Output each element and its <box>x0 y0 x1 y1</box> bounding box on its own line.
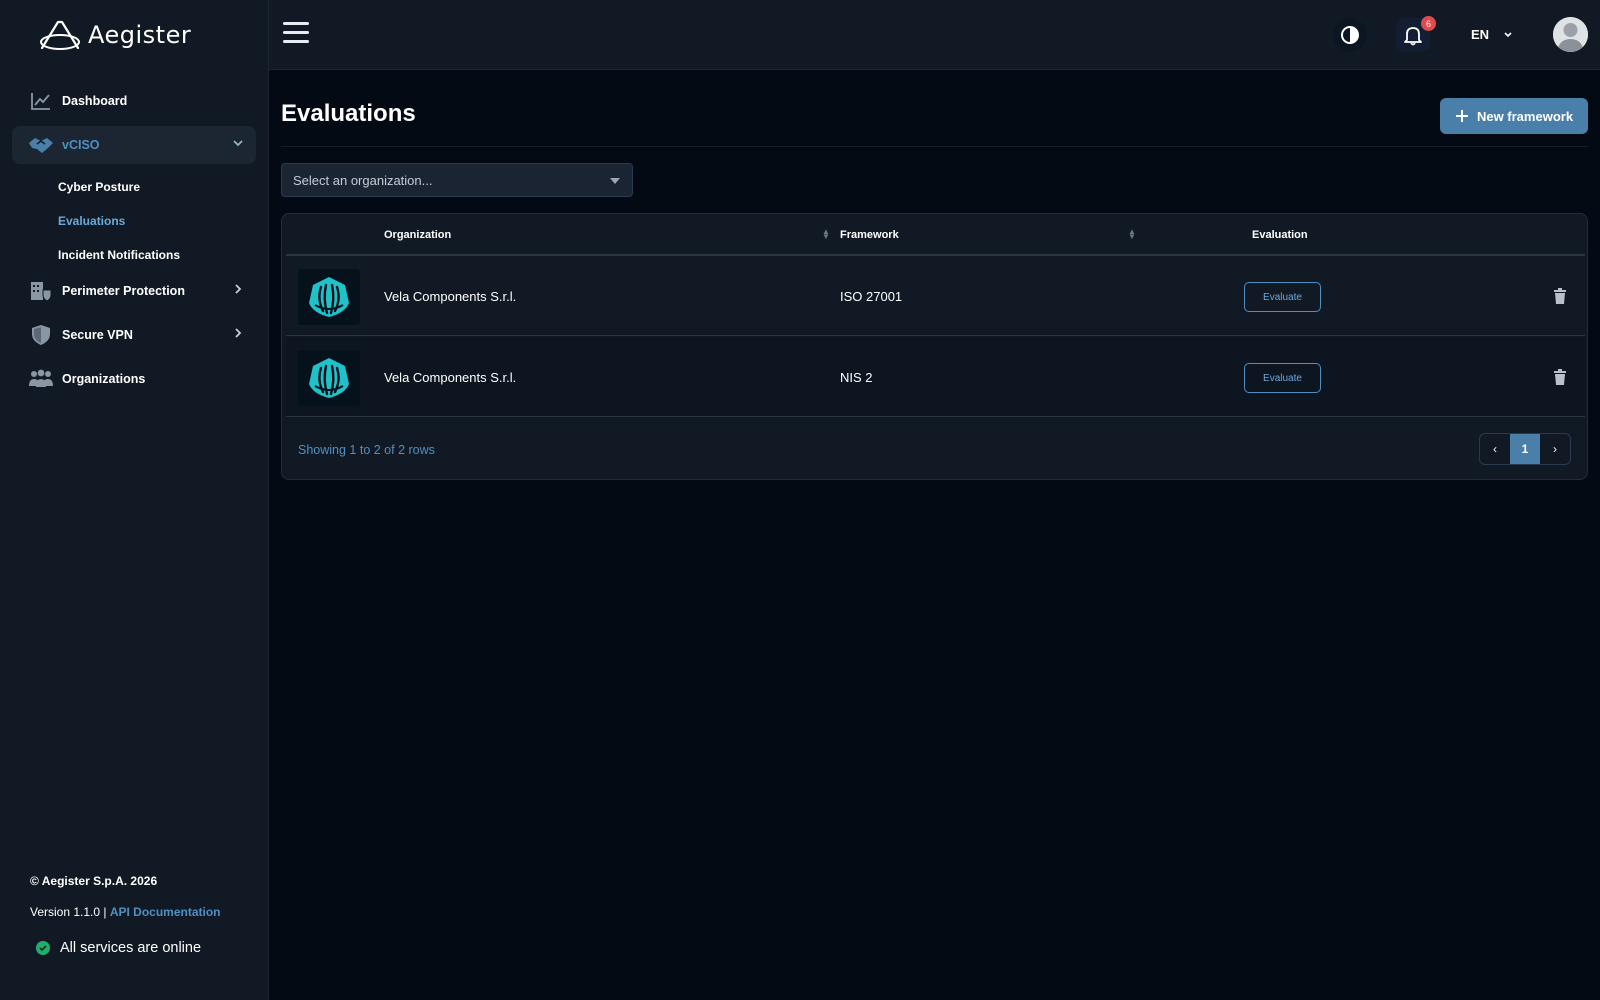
sidebar-item-organizations[interactable]: Organizations <box>12 360 256 398</box>
chevron-down-icon <box>232 137 244 152</box>
shield-icon <box>28 323 54 347</box>
language-label: EN <box>1471 27 1490 42</box>
sidebar-subitem-cyber-posture[interactable]: Cyber Posture <box>58 180 140 194</box>
notification-count-badge: 6 <box>1421 16 1436 31</box>
chevron-right-icon <box>232 283 244 298</box>
cell-framework: NIS 2 <box>840 370 873 385</box>
organization-select-placeholder: Select an organization... <box>293 172 433 188</box>
column-header-organization[interactable]: Organization <box>384 229 451 241</box>
sidebar-subitem-incident-notifications[interactable]: Incident Notifications <box>58 248 180 262</box>
brand-logo[interactable]: Aegister <box>38 18 191 52</box>
copyright: © Aegister S.p.A. 2026 <box>30 874 158 888</box>
check-circle-icon <box>36 941 50 955</box>
user-avatar-icon <box>1553 17 1588 52</box>
theme-toggle-button[interactable] <box>1333 18 1367 52</box>
table-row: Vela Components S.r.l. ISO 27001 Evaluat… <box>286 256 1585 336</box>
sidebar-item-secure-vpn[interactable]: Secure VPN <box>12 316 256 354</box>
api-documentation-link[interactable]: API Documentation <box>110 905 221 919</box>
sidebar-item-vciso[interactable]: vCISO <box>12 126 256 164</box>
menu-toggle-icon[interactable] <box>283 22 309 46</box>
service-status: All services are online <box>36 940 201 956</box>
sidebar-item-label: vCISO <box>62 138 100 152</box>
brand-name: Aegister <box>88 21 192 49</box>
column-header-framework[interactable]: Framework <box>840 229 899 241</box>
sidebar-item-label: Organizations <box>62 372 146 386</box>
language-selector[interactable]: EN <box>1471 27 1513 42</box>
user-avatar[interactable] <box>1553 17 1588 52</box>
organization-logo-icon <box>309 277 349 317</box>
cell-organization: Vela Components S.r.l. <box>384 370 517 385</box>
organization-logo-icon <box>309 358 349 398</box>
pagination-prev-button[interactable]: ‹ <box>1480 434 1510 464</box>
sidebar: Aegister Dashboard vCISO Cyber Posture E… <box>0 0 269 1000</box>
notifications-button[interactable]: 6 <box>1396 16 1436 52</box>
header-divider <box>281 146 1588 147</box>
pagination: ‹ 1 › <box>1479 433 1571 465</box>
new-framework-button[interactable]: New framework <box>1440 98 1588 134</box>
table-row: Vela Components S.r.l. NIS 2 Evaluate <box>286 337 1585 417</box>
pagination-next-button[interactable]: › <box>1540 434 1570 464</box>
sort-icon[interactable]: ▲ ▼ <box>822 228 830 241</box>
sidebar-item-label: Dashboard <box>62 94 128 108</box>
cell-framework: ISO 27001 <box>840 289 903 304</box>
sidebar-item-label: Perimeter Protection <box>62 284 185 298</box>
version-info: Version 1.1.0 | API Documentation <box>30 905 221 919</box>
trash-icon[interactable] <box>1553 369 1567 390</box>
sidebar-item-label: Secure VPN <box>62 328 133 342</box>
aegister-logo-icon <box>40 20 80 50</box>
chart-line-icon <box>28 89 54 113</box>
sort-icon[interactable]: ▲ ▼ <box>1128 228 1136 241</box>
chevron-down-icon <box>1504 31 1512 37</box>
cell-organization: Vela Components S.r.l. <box>384 289 517 304</box>
evaluate-button[interactable]: Evaluate <box>1244 363 1321 393</box>
organization-logo <box>298 350 360 406</box>
organization-logo <box>298 269 360 325</box>
plus-icon <box>1455 110 1468 122</box>
evaluations-table: Organization ▲ ▼ Framework ▲ ▼ Evaluation … <box>281 213 1588 480</box>
users-icon <box>28 367 54 391</box>
column-header-evaluation: Evaluation <box>1252 229 1308 241</box>
pagination-info: Showing 1 to 2 of 2 rows <box>298 443 435 457</box>
status-text: All services are online <box>60 940 202 956</box>
topbar: 6 EN <box>269 0 1600 70</box>
pagination-page-button[interactable]: 1 <box>1510 434 1540 464</box>
building-shield-icon <box>28 279 54 303</box>
sidebar-subitem-evaluations[interactable]: Evaluations <box>58 214 125 228</box>
new-framework-label: New framework <box>1476 108 1574 124</box>
version-text: Version 1.1.0 | <box>30 905 110 919</box>
evaluate-button[interactable]: Evaluate <box>1244 282 1321 312</box>
contrast-icon <box>1341 26 1359 44</box>
sidebar-item-perimeter-protection[interactable]: Perimeter Protection <box>12 272 256 310</box>
page-title: Evaluations <box>281 100 416 127</box>
chevron-right-icon <box>232 327 244 342</box>
bell-icon <box>1404 27 1422 46</box>
handshake-icon <box>28 133 54 157</box>
organization-select[interactable]: Select an organization... <box>281 163 633 197</box>
caret-down-icon <box>610 178 620 184</box>
sidebar-item-dashboard[interactable]: Dashboard <box>12 82 256 120</box>
trash-icon[interactable] <box>1553 288 1567 309</box>
